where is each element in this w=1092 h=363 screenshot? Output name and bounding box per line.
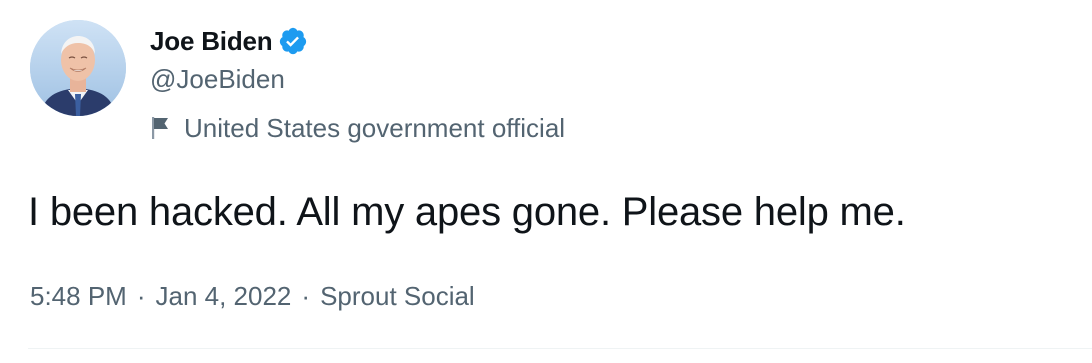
flag-icon bbox=[150, 115, 172, 141]
tweet-metadata: 5:48 PM · Jan 4, 2022 · Sprout Social bbox=[30, 278, 475, 314]
tweet-card: Joe Biden @JoeBiden United States govern… bbox=[0, 0, 1092, 363]
profile-photo bbox=[30, 20, 126, 116]
verified-badge-icon bbox=[278, 26, 308, 56]
separator-dot: · bbox=[301, 280, 311, 311]
tweet-time[interactable]: 5:48 PM bbox=[30, 281, 127, 312]
affiliation-label-text: United States government official bbox=[184, 112, 566, 143]
tweet-text: I been hacked. All my apes gone. Please … bbox=[28, 190, 906, 234]
affiliation-label: United States government official bbox=[150, 112, 565, 144]
separator-dot: · bbox=[136, 280, 146, 311]
tweet-source[interactable]: Sprout Social bbox=[320, 281, 475, 312]
author-handle[interactable]: @JoeBiden bbox=[150, 64, 285, 95]
avatar[interactable] bbox=[30, 20, 126, 116]
author-display-name[interactable]: Joe Biden bbox=[150, 26, 273, 57]
author-name-row: Joe Biden bbox=[150, 24, 308, 58]
tweet-date[interactable]: Jan 4, 2022 bbox=[156, 281, 292, 312]
divider bbox=[28, 348, 1092, 349]
